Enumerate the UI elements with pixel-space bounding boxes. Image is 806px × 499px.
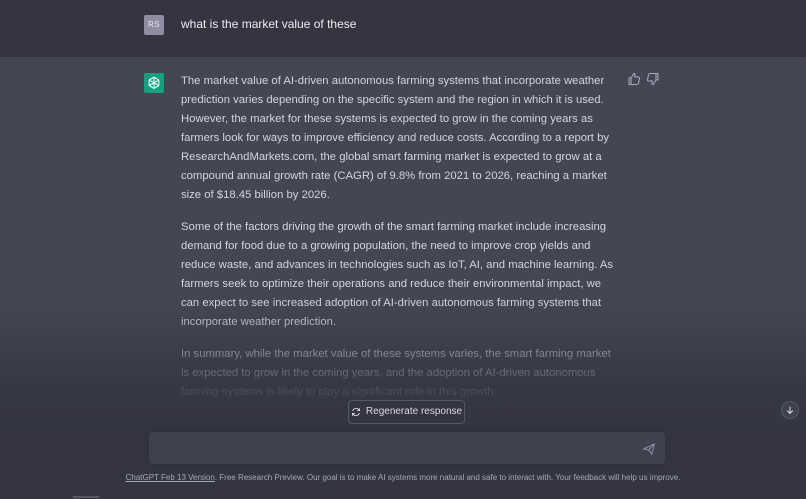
assistant-answer: The market value of AI-driven autonomous… [181,72,621,415]
refresh-icon [351,408,360,416]
answer-paragraph: The market value of AI-driven autonomous… [181,75,610,201]
user-avatar: RS [144,15,164,35]
thumbs-down-icon[interactable] [646,72,660,86]
assistant-avatar [144,73,164,93]
footer-disclaimer: ChatGPT Feb 13 Version. Free Research Pr… [0,472,806,484]
user-message-row: RS what is the market value of these [0,0,806,58]
arrow-down-icon [786,406,794,415]
thumbs-up-icon[interactable] [627,72,641,86]
composer-area: ChatGPT Feb 13 Version. Free Research Pr… [0,426,806,499]
send-icon[interactable] [642,442,656,456]
message-input[interactable] [159,439,633,461]
regenerate-response-button[interactable]: Regenerate response [348,400,465,424]
regenerate-label: Regenerate response [365,406,463,417]
answer-paragraph: Some of the factors driving the growth o… [181,221,614,328]
assistant-message-row: The market value of AI-driven autonomous… [0,57,806,429]
message-input-box [149,432,665,464]
user-message-text: what is the market value of these [181,17,357,31]
footer-text: . Free Research Preview. Our goal is to … [214,473,681,482]
answer-paragraph: In summary, while the market value of th… [181,348,611,398]
openai-logo-icon [148,76,160,89]
scroll-to-bottom-button[interactable] [781,401,799,419]
version-link[interactable]: ChatGPT Feb 13 Version [126,473,215,482]
bottom-divider [73,496,99,498]
chat-page: RS what is the market value of these The… [0,0,806,499]
